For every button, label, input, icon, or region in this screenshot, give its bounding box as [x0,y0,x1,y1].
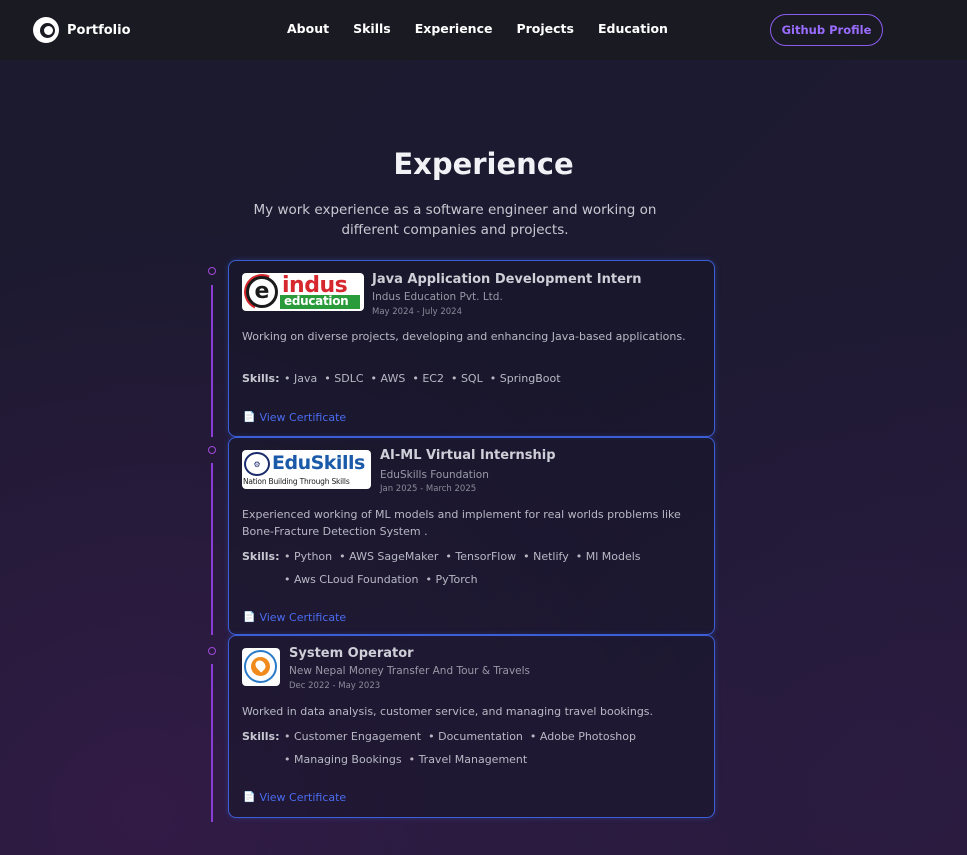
job-title: Java Application Development Intern [372,272,642,287]
view-certificate-link[interactable]: View Certificate [259,411,346,424]
nav-link-skills[interactable]: Skills [353,21,391,36]
skill-tag: Python [284,545,332,568]
skill-tag: TensorFlow [445,545,516,568]
skills-label: Skills: [242,550,280,563]
skill-tag: SQL [451,367,483,390]
timeline-line [211,285,213,437]
experience-card: System Operator New Nepal Money Transfer… [228,635,715,818]
document-icon: 📄 [243,412,256,423]
navbar: Portfolio About Skills Experience Projec… [0,0,967,60]
github-profile-button[interactable]: Github Profile [770,14,883,46]
eduskills-logo: ⚙ EduSkills Nation Building Through Skil… [242,450,371,489]
view-certificate-link[interactable]: View Certificate [259,611,346,624]
skill-tag: AWS SageMaker [339,545,438,568]
timeline-line [211,664,213,822]
skills-list: Java SDLC AWS EC2 SQL SpringBoot [284,367,704,390]
job-dates: Jan 2025 - March 2025 [380,484,477,494]
timeline-dot [208,647,216,655]
skill-tag: SDLC [324,367,363,390]
skill-tag: Aws CLoud Foundation [284,568,419,591]
job-title: AI-ML Virtual Internship [380,448,556,463]
nav-link-projects[interactable]: Projects [516,21,574,36]
skill-tag: AWS [371,367,406,390]
view-certificate-link[interactable]: View Certificate [259,791,346,804]
nav-link-about[interactable]: About [287,21,329,36]
job-dates: May 2024 - July 2024 [372,307,462,317]
nav-link-education[interactable]: Education [598,21,668,36]
timeline-dot [208,446,216,454]
skill-tag: Documentation [428,725,523,748]
nepal-money-transfer-logo [242,648,280,686]
company-name: EduSkills Foundation [380,469,489,481]
skill-tag: Travel Management [409,748,528,771]
skill-tag: Java [284,367,317,390]
job-title: System Operator [289,646,414,661]
skills-label: Skills: [242,372,280,385]
view-certificate[interactable]: 📄 View Certificate [243,791,346,804]
view-certificate[interactable]: 📄 View Certificate [243,611,346,624]
skills-label: Skills: [242,730,280,743]
job-description: Worked in data analysis, customer servic… [242,705,654,718]
document-icon: 📄 [243,792,256,803]
timeline-line [211,463,213,635]
brand-logo-icon [33,17,59,43]
skills-list: Customer Engagement Documentation Adobe … [284,725,704,771]
skill-tag: SpringBoot [490,367,561,390]
skill-tag: Ml Models [576,545,641,568]
experience-card: ⚙ EduSkills Nation Building Through Skil… [228,437,715,635]
view-certificate[interactable]: 📄 View Certificate [243,411,346,424]
skill-tag: PyTorch [426,568,478,591]
indus-education-logo: e indus education [242,273,364,311]
skill-tag: Adobe Photoshop [530,725,636,748]
brand-name: Portfolio [67,22,131,38]
timeline-dot [208,267,216,275]
experience-card: e indus education Java Application Devel… [228,260,715,437]
nav-link-experience[interactable]: Experience [415,21,493,36]
skill-tag: EC2 [412,367,444,390]
company-name: Indus Education Pvt. Ltd. [372,291,503,303]
company-name: New Nepal Money Transfer And Tour & Trav… [289,665,531,677]
page-subtitle: My work experience as a software enginee… [253,202,657,238]
skill-tag: Customer Engagement [284,725,421,748]
page-title: Experience [393,147,574,181]
job-dates: Dec 2022 - May 2023 [289,681,381,691]
job-description: Working on diverse projects, developing … [242,330,686,343]
job-description: Experienced working of ML models and imp… [242,508,681,538]
skills-list: Python AWS SageMaker TensorFlow Netlify … [284,545,704,591]
nav-links: About Skills Experience Projects Educati… [287,21,692,36]
document-icon: 📄 [243,612,256,623]
skill-tag: Netlify [523,545,569,568]
brand[interactable]: Portfolio [33,17,131,43]
skill-tag: Managing Bookings [284,748,402,771]
